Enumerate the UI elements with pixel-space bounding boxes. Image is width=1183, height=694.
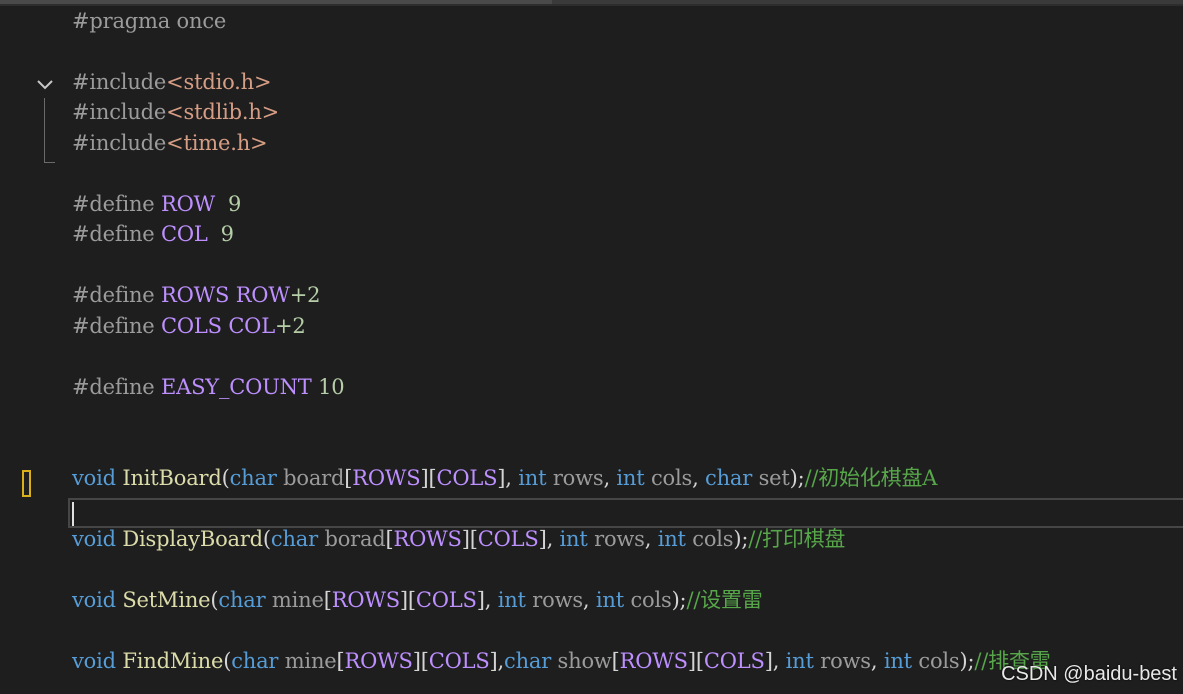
code-line-define-cols: #define COLS COL+2 [72, 314, 306, 338]
code-line-initboard: void InitBoard(char board[ROWS][COLS], i… [72, 466, 938, 490]
code-line-findmine: void FindMine(char mine[ROWS][COLS],char… [72, 649, 1051, 673]
code-line-define-col: #define COL 9 [72, 222, 234, 246]
code-editor[interactable]: #pragma once #include<stdio.h> #include<… [0, 6, 1183, 694]
code-line-define-rows: #define ROWS ROW+2 [72, 283, 321, 307]
code-line-pragma: #pragma once [72, 9, 227, 33]
fold-guide [44, 98, 55, 163]
chevron-down-icon[interactable] [36, 76, 54, 94]
code-line-setmine: void SetMine(char mine[ROWS][COLS], int … [72, 588, 763, 612]
watermark: CSDN @baidu-best [1001, 663, 1177, 685]
scrollbar-thumb[interactable] [0, 0, 552, 4]
code-line-include-stdlib: #include<stdlib.h> [72, 100, 280, 124]
text-caret [72, 502, 74, 526]
bookmark-icon[interactable] [22, 470, 31, 497]
code-line-displayboard: void DisplayBoard(char borad[ROWS][COLS]… [72, 527, 846, 551]
code-line-include-time: #include<time.h> [72, 131, 268, 155]
scrollbar-track [552, 0, 1183, 4]
code-line-define-easy-count: #define EASY_COUNT 10 [72, 375, 345, 399]
code-line-define-row: #define ROW 9 [72, 192, 242, 216]
code-line-include-stdio: #include<stdio.h> [72, 70, 272, 94]
